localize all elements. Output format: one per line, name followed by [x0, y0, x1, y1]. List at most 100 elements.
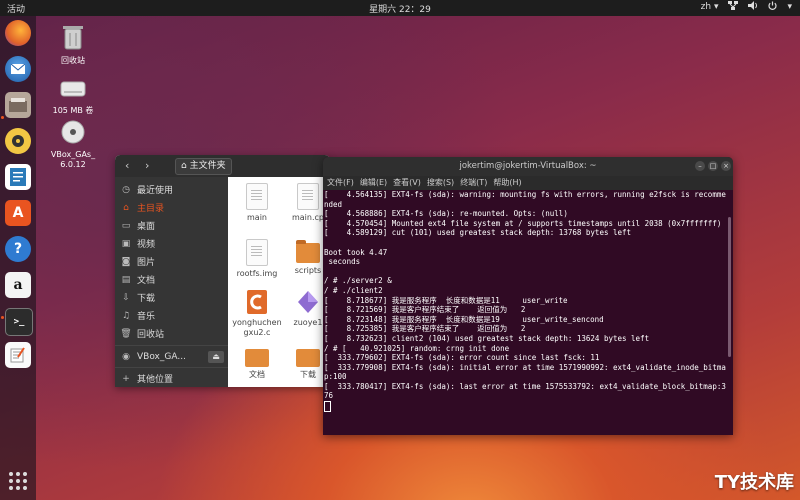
c-source-file-icon [246, 289, 268, 315]
desktop-folder-icon: ▭ [121, 220, 131, 231]
system-tray[interactable]: zh ▾ ▾ [701, 1, 792, 13]
camera-icon: ◙ [121, 256, 131, 267]
menu-file[interactable]: 文件(F) [327, 176, 354, 190]
sidebar-item-label: 最近使用 [137, 186, 174, 196]
eject-icon[interactable]: ⏏ [208, 351, 224, 363]
running-indicator [1, 116, 4, 119]
software-center-icon[interactable]: A [5, 200, 31, 226]
files-icon[interactable] [5, 92, 31, 118]
menu-edit[interactable]: 编辑(E) [360, 176, 387, 190]
text-file-icon [246, 183, 268, 210]
music-icon: ♫ [121, 310, 131, 321]
executable-icon [297, 289, 319, 315]
terminal-line: Boot took 4.47 [324, 247, 388, 257]
sidebar-item-music[interactable]: ♫ 音乐 [115, 307, 228, 324]
menu-search[interactable]: 搜索(S) [427, 176, 454, 190]
clock[interactable]: 星期六 22：29 [0, 2, 800, 15]
terminal-line: [ 333.779908] EXT4-fs (sda): initial err… [324, 362, 726, 382]
terminal-line: [ 333.779602] EXT4-fs (sda): error count… [324, 353, 600, 363]
desktop-trash[interactable]: 回收站 [43, 24, 103, 66]
amazon-icon[interactable]: a [5, 272, 31, 298]
chevron-down-icon[interactable]: ▾ [787, 2, 792, 12]
folder-icon [296, 240, 320, 263]
path-button-home[interactable]: ⌂ 主文件夹 [175, 158, 232, 175]
desktop-vbox-label: VBox_GAs_ 6.0.12 [50, 150, 96, 169]
firefox-icon[interactable] [5, 20, 31, 46]
back-icon[interactable]: ‹ [125, 159, 129, 172]
help-icon[interactable]: ? [5, 236, 31, 262]
libreoffice-writer-icon[interactable] [5, 164, 31, 190]
terminal-title: jokertim@jokertim-VirtualBox: ~ [459, 161, 597, 171]
file-item[interactable]: main [231, 183, 283, 223]
sidebar-item-home[interactable]: ⌂ 主目录 [115, 199, 228, 216]
downloads-folder-icon [296, 349, 320, 367]
sidebar-item-label: 文档 [137, 276, 156, 286]
file-label: main [247, 213, 267, 222]
sidebar-item-documents[interactable]: ▤ 文档 [115, 271, 228, 288]
sidebar-item-pictures[interactable]: ◙ 图片 [115, 253, 228, 270]
file-label: scripts [294, 266, 322, 275]
show-applications-icon[interactable] [9, 472, 27, 490]
sidebar-item-label: 回收站 [137, 330, 165, 340]
plus-icon: + [122, 373, 130, 384]
sidebar-item-label: 桌面 [137, 222, 156, 232]
path-button-label: 主文件夹 [189, 161, 226, 171]
terminal-menubar: 文件(F) 编辑(E) 查看(V) 搜索(S) 终端(T) 帮助(H) [323, 176, 733, 190]
video-icon: ▣ [121, 238, 131, 249]
file-label: rootfs.img [236, 269, 278, 278]
sidebar-item-downloads[interactable]: ⇩ 下载 [115, 289, 228, 306]
terminal-line: [ 8.725385] 我是客户程序结束了 返回值为 2 [324, 324, 526, 334]
sidebar-item-label: 下载 [137, 294, 156, 304]
volume-icon[interactable] [748, 1, 758, 13]
maximize-icon[interactable]: □ [708, 161, 718, 171]
files-content: main main.cp rootfs.img scripts yonghuch… [228, 177, 330, 387]
terminal-line: [ 4.568886] EXT4-fs (sda): re-mounted. O… [324, 209, 568, 219]
disc-icon: ◉ [122, 351, 130, 362]
forward-icon[interactable]: › [145, 159, 149, 172]
file-label: main.cp [291, 213, 324, 222]
sidebar-item-videos[interactable]: ▣ 视频 [115, 235, 228, 252]
file-item[interactable]: yonghuchen gxu2.c [231, 289, 283, 338]
chevron-down-icon: ▾ [713, 2, 719, 12]
terminal-line: / # ./server2 & [324, 276, 392, 286]
sidebar-item-other-locations[interactable]: + 其他位置 [115, 370, 228, 387]
terminal-cursor [324, 401, 331, 413]
minimize-icon[interactable]: – [695, 161, 705, 171]
desktop-volume[interactable]: 105 MB 卷 [43, 80, 103, 116]
sidebar-item-label: 图片 [137, 258, 156, 268]
desktop-vbox-cd[interactable]: VBox_GAs_ 6.0.12 [43, 120, 103, 170]
text-editor-icon[interactable] [5, 342, 31, 368]
terminal-line: [ 8.718677] 我是服务程序 长度和数据是11 user_write [324, 295, 568, 305]
files-sidebar: ◷ 最近使用 ⌂ 主目录 ▭ 桌面 ▣ 视频 ◙ 图片 ▤ 文档 ⇩ 下载 ♫ 音乐 🗑 回收站 … [115, 177, 228, 387]
files-headerbar: ‹ › ⌂ 主文件夹 [115, 155, 330, 177]
sidebar-item-trash[interactable]: 🗑 回收站 [115, 325, 228, 342]
file-item[interactable]: rootfs.img [231, 239, 283, 279]
close-icon[interactable]: × [721, 161, 731, 171]
thunderbird-icon[interactable] [5, 56, 31, 82]
terminal-output[interactable]: [ 4.564135] EXT4-fs (sda): warning: moun… [324, 190, 728, 413]
terminal-window: jokertim@jokertim-VirtualBox: ~ – □ × 文件… [323, 157, 733, 435]
running-indicator [1, 316, 4, 319]
document-icon: ▤ [121, 274, 131, 285]
power-icon[interactable] [768, 1, 778, 13]
sidebar-item-desktop[interactable]: ▭ 桌面 [115, 217, 228, 234]
menu-help[interactable]: 帮助(H) [493, 176, 521, 190]
top-bar: 活动 星期六 22：29 zh ▾ ▾ [0, 0, 800, 16]
network-icon[interactable] [728, 1, 739, 13]
menu-terminal[interactable]: 终端(T) [460, 176, 487, 190]
file-item[interactable]: 文档 [231, 349, 283, 380]
rhythmbox-icon[interactable] [5, 128, 31, 154]
sidebar-item-recent[interactable]: ◷ 最近使用 [115, 181, 228, 198]
file-label: yonghuchen gxu2.c [232, 318, 282, 337]
home-icon: ⌂ [123, 202, 129, 213]
terminal-scrollbar[interactable] [728, 217, 731, 357]
input-language-indicator[interactable]: zh ▾ [701, 2, 719, 12]
menu-view[interactable]: 查看(V) [393, 176, 421, 190]
terminal-line: [ 4.589129] cut (101) used greatest stac… [324, 228, 632, 238]
terminal-icon[interactable]: >_ [5, 308, 33, 336]
terminal-titlebar[interactable]: jokertim@jokertim-VirtualBox: ~ [323, 157, 733, 176]
files-window: ‹ › ⌂ 主文件夹 ◷ 最近使用 ⌂ 主目录 ▭ 桌面 ▣ 视频 ◙ 图片 ▤ 文档 ⇩ 下… [115, 155, 330, 387]
file-label: zuoye1 [293, 318, 323, 327]
desktop-trash-label: 回收站 [61, 56, 85, 65]
trash-icon: 🗑 [120, 328, 132, 339]
